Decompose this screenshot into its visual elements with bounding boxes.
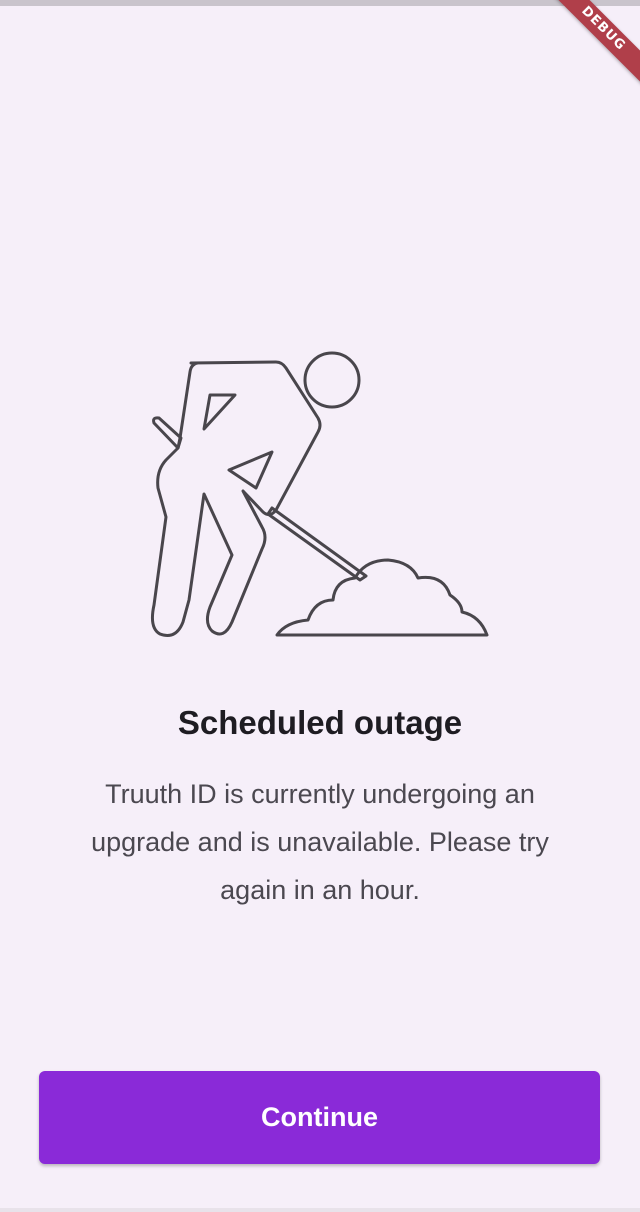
outage-screen: DEBUG Scheduled outage Truuth ID is curr… xyxy=(0,0,640,1212)
debug-banner-label: DEBUG xyxy=(542,0,640,90)
page-title: Scheduled outage xyxy=(177,704,463,741)
continue-button[interactable]: Continue xyxy=(39,1071,600,1164)
bottom-divider xyxy=(0,1208,640,1212)
construction-worker-digging-icon xyxy=(151,351,489,637)
debug-banner: DEBUG xyxy=(520,0,640,120)
outage-message: Truuth ID is currently undergoing an upg… xyxy=(91,779,549,905)
